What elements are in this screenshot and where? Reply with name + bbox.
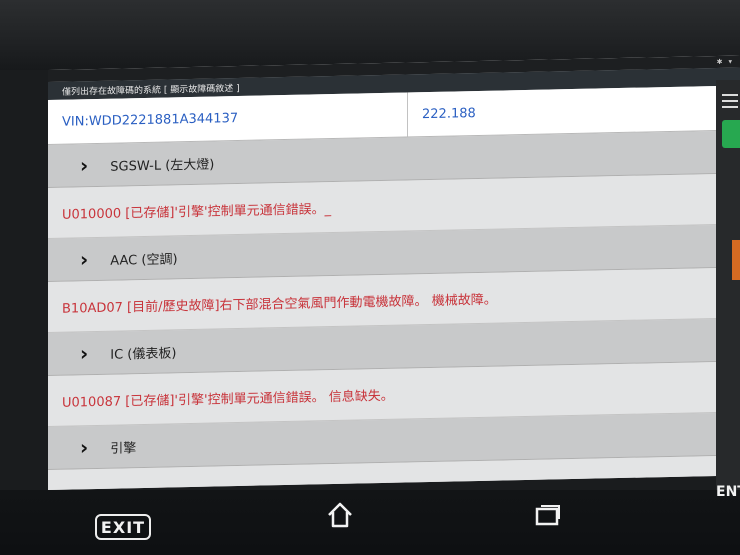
fault-text: U011587 [歷史故障]'傳動系統'控制單元通信錯誤。 信息缺失。 [62,477,433,490]
home-button[interactable] [325,500,355,534]
navigation-bar: EXIT ENT [0,484,740,555]
vin-cell: VIN:WDD2221881A344137 [48,92,408,144]
diagnostic-screen: ✱ ▾ 僅列出存在故障碼的系統 [ 顯示故障碼敘述 ] VIN:WDD22218… [48,55,740,490]
orange-edge-marker [732,240,740,280]
recent-apps-button[interactable] [535,502,561,530]
side-panel [716,80,740,500]
fault-text: U010087 [已存儲]'引擎'控制單元通信錯誤。 信息缺失。 [62,388,394,411]
fault-text: B10AD07 [目前/歷史故障]右下部混合空氣風門作動電機故障。 機械故障。 [62,292,497,317]
home-icon [328,502,352,528]
system-name: SGSW-L (左大燈) [110,157,215,175]
exit-button[interactable]: EXIT [95,514,151,540]
chevron-right-icon: › [80,435,89,460]
enter-button[interactable]: ENT [716,484,740,500]
version-cell: 222.188 [422,105,476,122]
system-name: IC (儀表板) [110,345,177,363]
chevron-right-icon: › [80,153,89,178]
menu-icon[interactable] [722,94,738,112]
fault-text: U010000 [已存儲]'引擎'控制單元通信錯誤。_ [62,201,332,223]
chevron-right-icon: › [80,341,89,366]
chevron-right-icon: › [80,247,89,272]
system-name: AAC (空調) [110,251,178,269]
bluetooth-icon: ✱ [716,57,723,66]
system-name: 引擎 [110,440,137,457]
status-tab[interactable] [722,120,740,148]
recent-apps-icon [535,505,560,526]
wifi-icon: ▾ [728,57,732,66]
